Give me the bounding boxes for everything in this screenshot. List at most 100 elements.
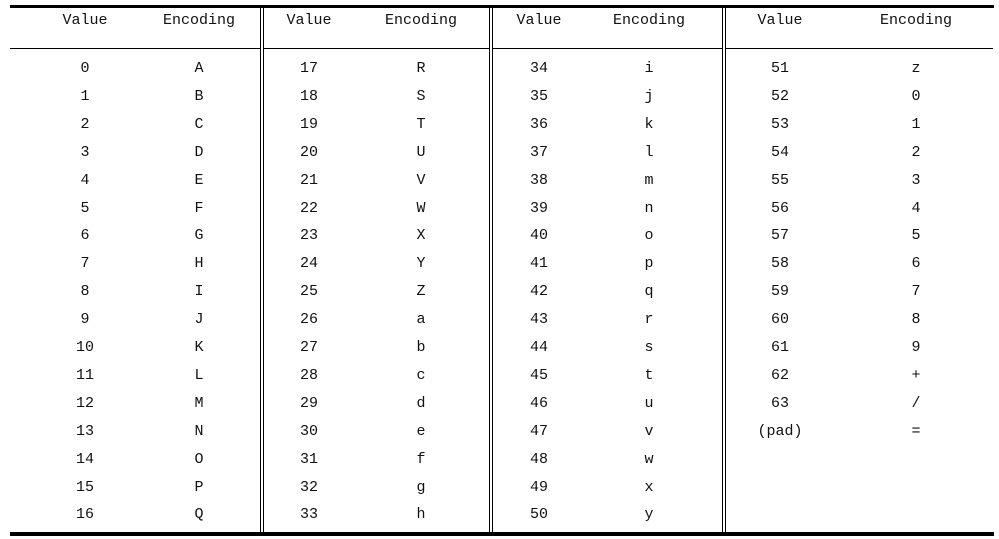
value-cell: 45 [529, 366, 549, 384]
value-cell: 3 [80, 143, 90, 161]
encoding-cell: D [194, 143, 204, 161]
encoding-cell: S [416, 87, 426, 105]
value-cell: 41 [529, 255, 549, 273]
value-cell: 6 [80, 227, 90, 245]
value-cell: 58 [770, 255, 790, 273]
encoding-cell: Q [194, 506, 204, 524]
value-cell: 47 [529, 422, 549, 440]
value-cell: 53 [770, 115, 790, 133]
value-cell: 5 [80, 199, 90, 217]
value-cell: 60 [770, 311, 790, 329]
header-encoding: Encoding [612, 12, 686, 29]
encoding-cell: e [416, 422, 426, 440]
value-cell: 48 [529, 450, 549, 468]
encoding-cell: O [194, 450, 204, 468]
encoding-cell: j [644, 87, 654, 105]
encoding-cell: v [644, 422, 654, 440]
value-cell: 54 [770, 143, 790, 161]
encoding-cell: B [194, 87, 204, 105]
value-cell: 42 [529, 283, 549, 301]
value-cell: 24 [299, 255, 319, 273]
value-cell: 32 [299, 478, 319, 496]
value-cell: 63 [770, 394, 790, 412]
value-cell: 35 [529, 87, 549, 105]
value-cell: 4 [80, 171, 90, 189]
encoding-cell: G [194, 227, 204, 245]
encoding-cell: X [416, 227, 426, 245]
value-cell: 30 [299, 422, 319, 440]
column-divider [260, 8, 261, 532]
value-cell: 21 [299, 171, 319, 189]
header-rule [264, 48, 489, 49]
encoding-cell: r [644, 311, 654, 329]
header-rule [493, 48, 722, 49]
column-divider [492, 8, 493, 532]
encoding-cell: u [644, 394, 654, 412]
encoding-cell: b [416, 339, 426, 356]
encoding-cell: F [194, 199, 204, 217]
encoding-cell: y [644, 506, 654, 524]
encoding-cell: w [644, 450, 654, 468]
header-encoding: Encoding [384, 12, 458, 29]
value-cell: 40 [529, 227, 549, 245]
value-cell: 0 [80, 60, 90, 77]
encoding-cell: m [644, 171, 654, 189]
encoding-cell: i [644, 60, 654, 77]
encoding-cell: = [911, 422, 921, 440]
value-cell: 27 [299, 339, 319, 356]
encoding-cell: 0 [911, 87, 921, 105]
encoding-cell: 9 [911, 339, 921, 356]
value-cell: 55 [770, 171, 790, 189]
value-cell: 44 [529, 339, 549, 356]
encoding-cell: I [194, 283, 204, 301]
value-cell: 8 [80, 283, 90, 301]
value-cell: 25 [299, 283, 319, 301]
encoding-cell: q [644, 283, 654, 301]
header-value: Value [757, 12, 803, 29]
value-cell: 26 [299, 311, 319, 329]
value-cell: 9 [80, 311, 90, 329]
encoding-cell: c [416, 366, 426, 384]
value-cell: 38 [529, 171, 549, 189]
encoding-cell: g [416, 478, 426, 496]
header-value: Value [516, 12, 562, 29]
value-cell: 14 [75, 450, 95, 468]
encoding-cell: k [644, 115, 654, 133]
encoding-cell: 3 [911, 171, 921, 189]
header-rule [726, 48, 993, 49]
value-cell: 11 [75, 366, 95, 384]
header-encoding: Encoding [162, 12, 236, 29]
encoding-cell: E [194, 171, 204, 189]
top-rule [10, 5, 994, 8]
encoding-cell: R [416, 60, 426, 77]
encoding-cell: M [194, 394, 204, 412]
bottom-rule [10, 532, 994, 536]
value-cell: 20 [299, 143, 319, 161]
column-divider [263, 8, 264, 532]
encoding-cell: n [644, 199, 654, 217]
value-cell: 29 [299, 394, 319, 412]
value-cell: 1 [80, 87, 90, 105]
value-cell: 56 [770, 199, 790, 217]
encoding-cell: V [416, 171, 426, 189]
encoding-cell: Y [416, 255, 426, 273]
value-cell: 37 [529, 143, 549, 161]
column-divider [489, 8, 490, 532]
encoding-cell: N [194, 422, 204, 440]
value-cell: 57 [770, 227, 790, 245]
value-cell: 49 [529, 478, 549, 496]
header-value: Value [62, 12, 108, 29]
encoding-cell: 1 [911, 115, 921, 133]
value-cell: 43 [529, 311, 549, 329]
value-cell: 51 [770, 60, 790, 77]
encoding-cell: 2 [911, 143, 921, 161]
column-divider [722, 8, 723, 532]
value-cell: 23 [299, 227, 319, 245]
encoding-cell: + [911, 366, 921, 384]
encoding-cell: K [194, 339, 204, 356]
encoding-cell: p [644, 255, 654, 273]
value-cell: 7 [80, 255, 90, 273]
encoding-cell: U [416, 143, 426, 161]
value-cell: 61 [770, 339, 790, 356]
encoding-cell: 7 [911, 283, 921, 301]
